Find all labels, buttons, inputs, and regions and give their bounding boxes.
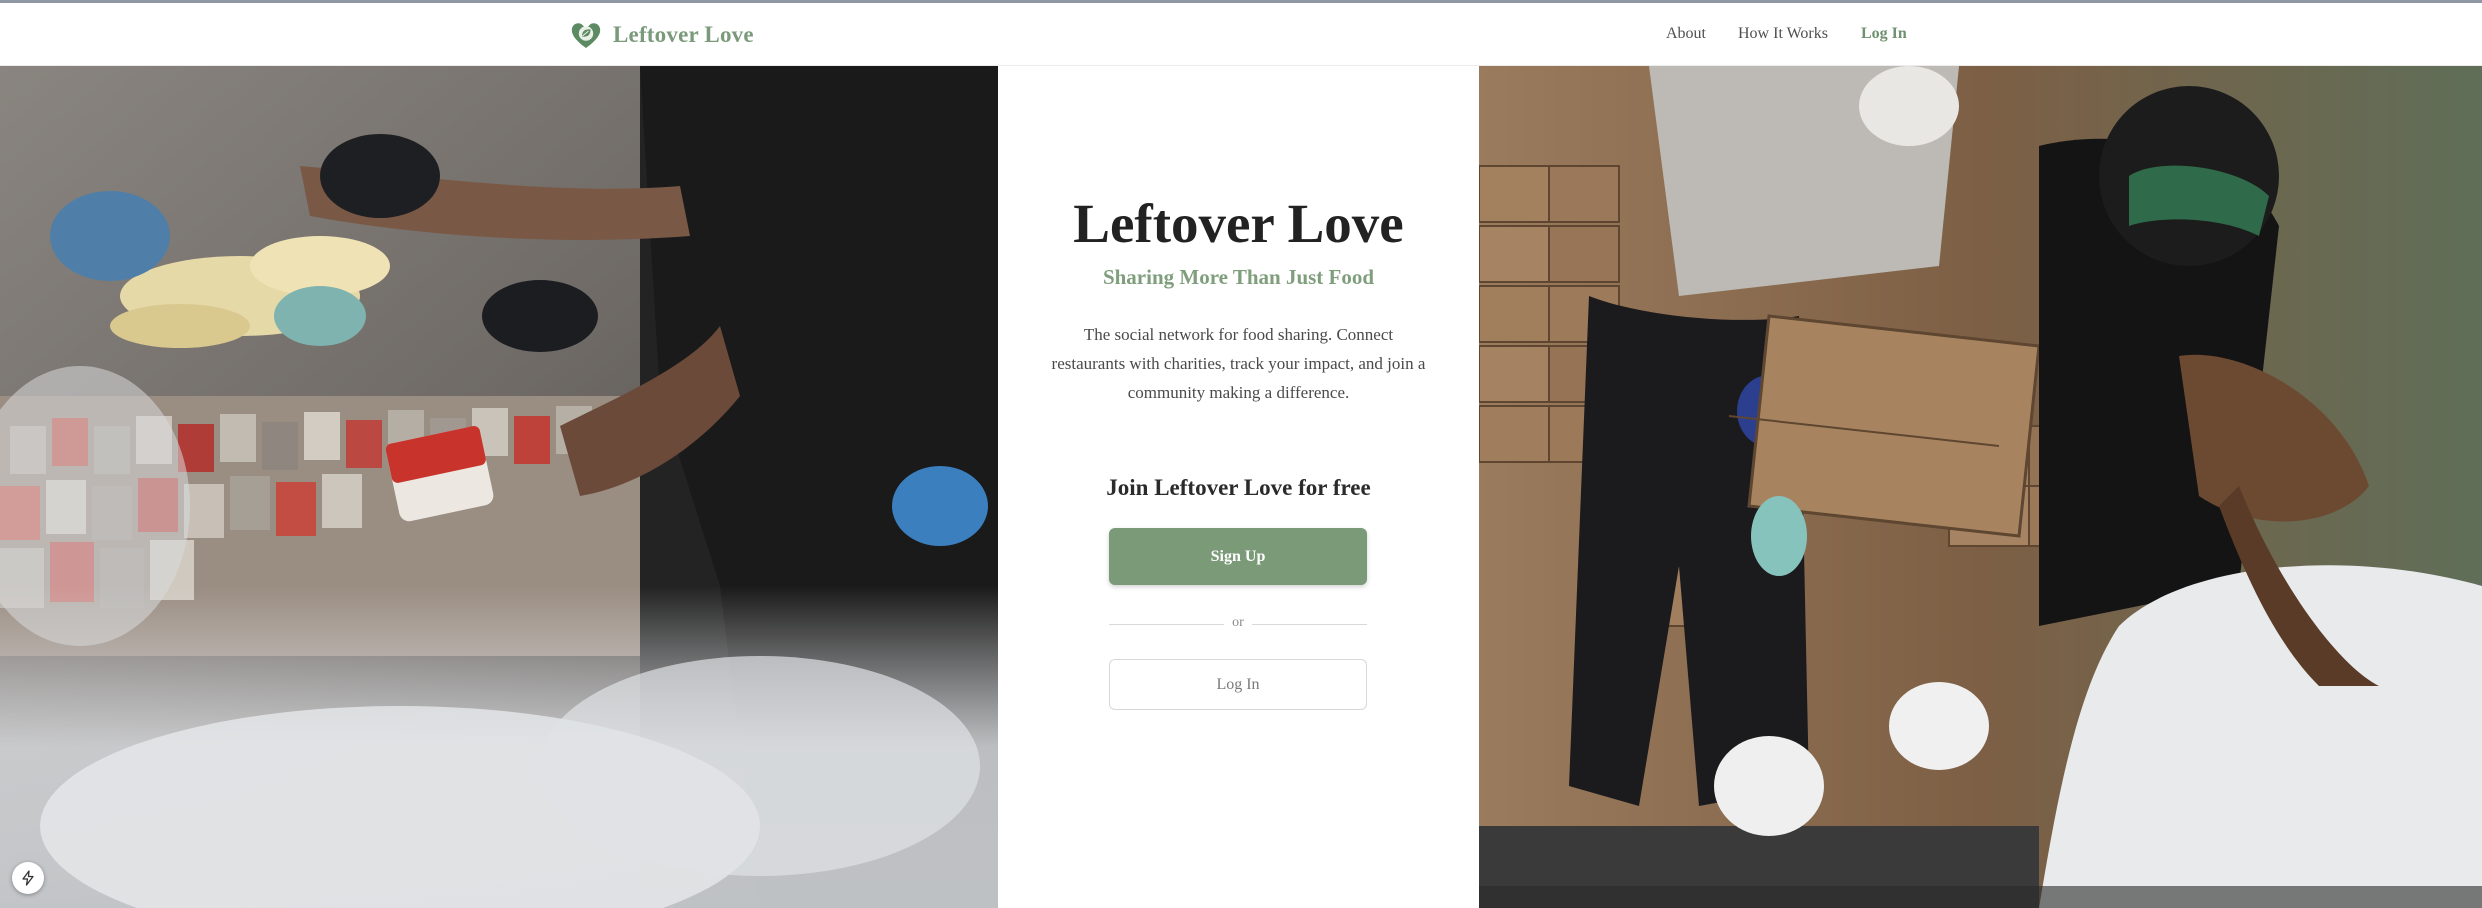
divider-line-right [1252,624,1367,625]
volunteers-sorting-cans-image [0,66,998,908]
brand-logo-link[interactable]: Leftover Love [570,19,754,51]
nav-how-it-works-wrap: How It Works [1738,25,1828,43]
hero-panel: Leftover Love Sharing More Than Just Foo… [998,66,1479,908]
brand-name: Leftover Love [613,22,754,47]
nav-about-wrap: About [1666,25,1706,43]
hero-description: The social network for food sharing. Con… [1051,325,1426,402]
left-hero-photo [0,66,998,908]
hero-title: Leftover Love [1073,193,1404,254]
right-hero-photo [1479,66,2482,908]
nav-login-wrap: Log In [1861,25,1907,43]
log-in-button[interactable]: Log In [1109,659,1367,710]
heart-leaf-icon [571,23,601,48]
divider-or-text: or [1232,615,1244,630]
or-divider: or [1109,614,1367,634]
sign-up-button[interactable]: Sign Up [1109,528,1367,585]
quick-action-button[interactable] [12,862,44,894]
volunteers-carrying-boxes-image [1479,66,2482,908]
nav-login-link[interactable]: Log In [1861,25,1907,43]
nav-about-link[interactable]: About [1666,25,1706,43]
nav-how-it-works-link[interactable]: How It Works [1738,25,1828,43]
lightning-bolt-icon [22,870,34,886]
hero-tagline: Sharing More Than Just Food [1102,265,1375,289]
join-heading: Join Leftover Love for free [1106,475,1371,500]
top-navigation-bar: Leftover Love About How It Works Log In [0,0,2482,66]
